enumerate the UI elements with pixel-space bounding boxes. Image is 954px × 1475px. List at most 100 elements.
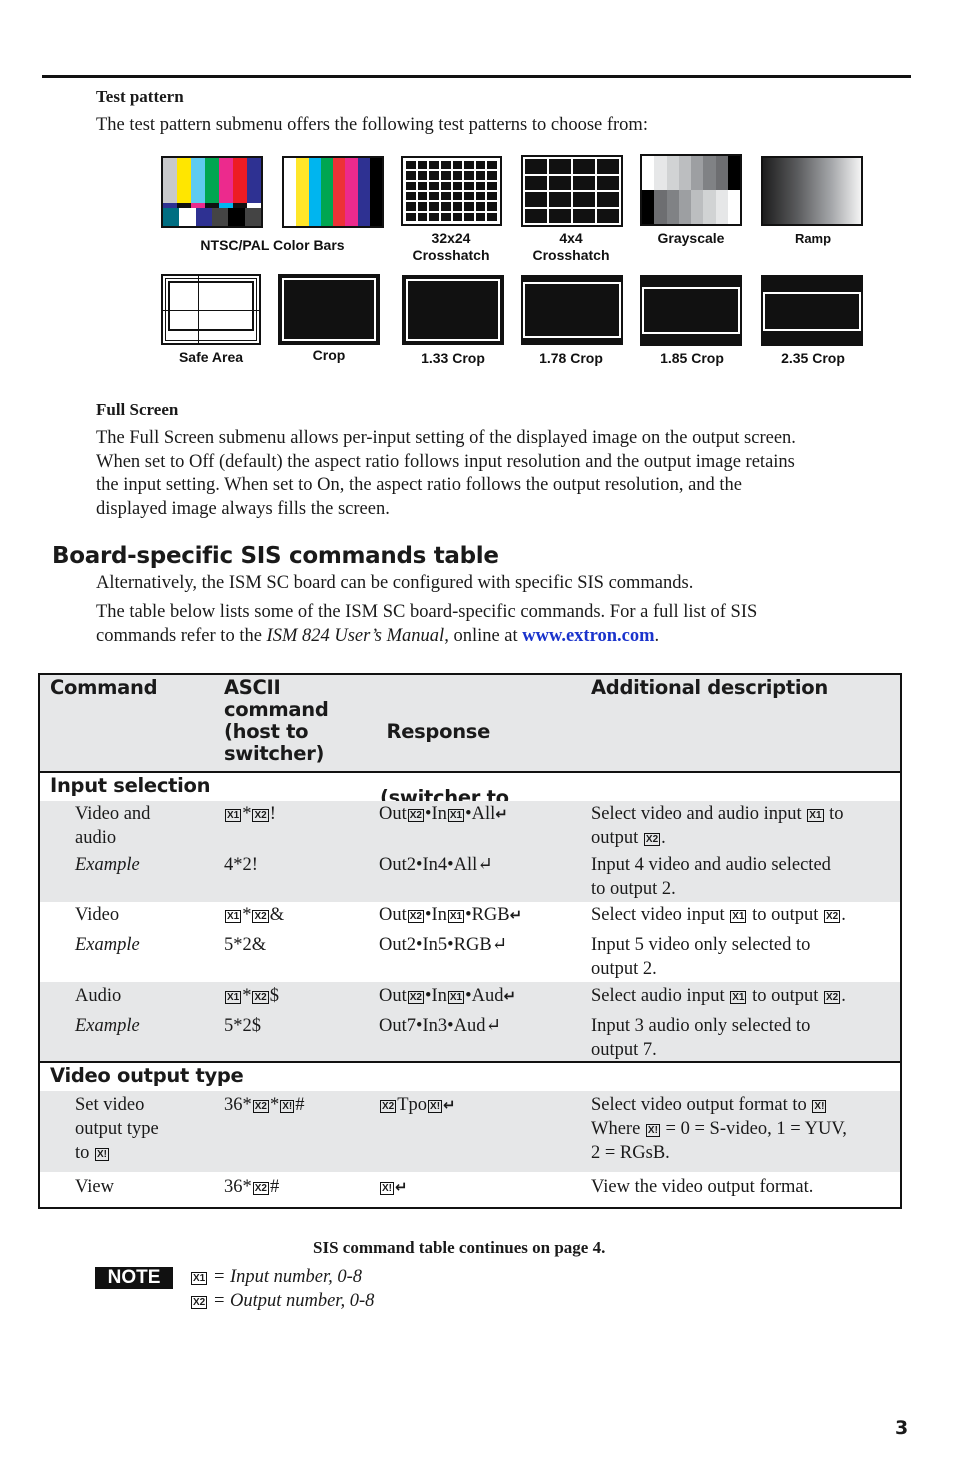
x1-symbol: X1 [730, 991, 747, 1004]
note-badge: NOTE [95, 1267, 173, 1289]
crosshatch-cell [406, 161, 416, 170]
cell-line: audio [75, 828, 117, 848]
x1-symbol: X1 [225, 910, 242, 923]
crosshatch-cell [597, 175, 619, 190]
x2-symbol: X2 [252, 1182, 269, 1195]
color-bars-label: NTSC/PAL Color Bars [200, 237, 345, 253]
crosshatch-cell [440, 181, 451, 190]
x2-symbol: X2 [407, 910, 424, 923]
color-bar [163, 208, 180, 226]
example-label: Example [75, 855, 140, 875]
gray-step [727, 190, 741, 224]
gray-step [703, 190, 716, 224]
pal-color-bars-pattern [282, 156, 384, 228]
crosshatch-cell [452, 171, 463, 180]
crosshatch-cell [417, 202, 428, 211]
crosshatch-cell [475, 181, 486, 190]
x1-symbol: X1 [225, 991, 242, 1004]
enter-icon: ↵ [509, 906, 523, 924]
example-description: Input 3 audio only selected to output 7. [591, 1014, 810, 1062]
text: commands refer to the [96, 625, 267, 646]
x2-symbol: X2 [824, 991, 841, 1004]
crosshatch-cell [487, 191, 497, 201]
color-bar [369, 158, 383, 226]
note-text: = Output number, 0-8 [212, 1290, 375, 1311]
command-cell: Set video output type to X! [75, 1093, 159, 1165]
response-cell: X! ↵ [379, 1175, 408, 1199]
crosshatch-cell [573, 175, 595, 190]
cell-line: output 7. [591, 1040, 657, 1060]
crosshatch-cell [440, 191, 451, 201]
x1-symbol: X1 [225, 809, 242, 822]
text: . [654, 625, 660, 646]
label-line: Crosshatch [532, 247, 610, 263]
example-description: Input 5 video only selected to output 2. [591, 933, 810, 981]
x-bang-symbol: X! [95, 1148, 110, 1161]
crop-1-85-label: 1.85 Crop [660, 350, 724, 366]
command-cell: View [75, 1177, 114, 1197]
gray-step [678, 156, 692, 190]
paragraph-line: commands refer to the ISM 824 User’s Man… [96, 625, 757, 649]
crop-1-85-pattern [640, 275, 742, 346]
gray-step [727, 156, 741, 190]
crosshatch-cell [452, 191, 463, 201]
label-line: 32x24 [431, 230, 471, 246]
color-bar [205, 158, 220, 203]
table-continues-note: SIS command table continues on page 4. [313, 1238, 606, 1257]
crosshatch-cell [525, 159, 547, 174]
cell-line: Where X! = 0 = S-video, 1 = YUV, [591, 1119, 847, 1139]
crosshatch-cell [549, 208, 571, 223]
x2-symbol: X2 [252, 991, 269, 1004]
crosshatch-cell [464, 202, 474, 211]
example-ascii: 4*2! [224, 855, 258, 875]
cell-line: Input 5 video only selected to [591, 935, 811, 955]
example-response: Out2•In4•All↵ [379, 855, 493, 875]
enter-icon: ↵ [443, 1096, 456, 1114]
x1-symbol: X1 [730, 910, 747, 923]
crop-1-78-label: 1.78 Crop [539, 350, 603, 366]
ntsc-color-bars-pattern [161, 156, 263, 228]
gray-step [715, 190, 729, 224]
x2-symbol: X2 [380, 1100, 397, 1113]
x1-symbol: X1 [447, 809, 465, 822]
x-bang-symbol: X! [380, 1182, 394, 1195]
cell-line: Select video and audio input X1 to [591, 804, 844, 824]
command-cell: Video [75, 905, 120, 925]
extron-link[interactable]: www.extron.com [522, 626, 654, 646]
paragraph-line: the input setting. When set to On, the a… [96, 475, 743, 495]
gray-step [666, 156, 680, 190]
x2-symbol: X2 [407, 991, 424, 1004]
crosshatch-cell [597, 192, 619, 207]
crosshatch-4x4-label: 4x4 Crosshatch [515, 230, 627, 264]
crosshatch-cell [475, 202, 486, 211]
crosshatch-4x4-pattern [521, 155, 623, 227]
crosshatch-cell [487, 171, 497, 180]
cell-line: to output 2. [591, 879, 676, 899]
grayscale-pattern [640, 154, 742, 226]
paragraph-line: When set to Off (default) the aspect rat… [96, 451, 795, 472]
crosshatch-cell [452, 212, 463, 221]
description-cell: Select video output format to X! Where X… [591, 1093, 847, 1165]
enter-icon: ↵ [503, 987, 517, 1005]
gray-step [691, 190, 704, 224]
crosshatch-cell [417, 212, 428, 221]
color-bar [284, 158, 297, 226]
crosshatch-cell [525, 192, 547, 207]
crosshatch-cell [406, 202, 416, 211]
response-cell: Out X2 •In X1 •All↵ [379, 804, 508, 824]
crosshatch-cell [464, 161, 474, 170]
example-response: Out2•In5•RGB↵ [379, 935, 508, 955]
color-bar [177, 158, 192, 203]
x2-symbol: X2 [824, 910, 841, 923]
response-cell: X2 Tpo X! ↵ [380, 1095, 456, 1115]
command-cell: Audio [75, 986, 122, 1006]
crosshatch-cell [487, 161, 497, 170]
header-command: Command [50, 676, 158, 699]
sis-paragraph: The table below lists some of the ISM SC… [96, 601, 757, 648]
crosshatch-cell [573, 208, 595, 223]
crosshatch-cell [464, 212, 474, 221]
gray-step [678, 190, 692, 224]
group-title-input-selection: Input selection [50, 774, 211, 797]
gray-step [691, 156, 704, 190]
ramp-pattern [761, 156, 863, 226]
